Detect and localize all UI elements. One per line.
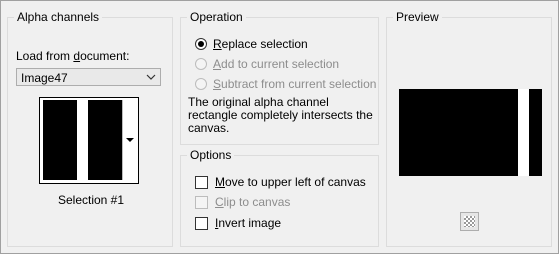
checkbox-box[interactable] bbox=[195, 195, 208, 209]
checkerboard-icon bbox=[464, 216, 475, 227]
preview-group: Preview bbox=[386, 10, 552, 247]
operation-group: Operation Replace selection Add to curre… bbox=[180, 10, 379, 145]
radio-indicator[interactable] bbox=[195, 78, 207, 90]
checkbox-box[interactable] bbox=[195, 216, 208, 230]
document-select-value: Image47 bbox=[21, 71, 68, 85]
options-title: Options bbox=[187, 148, 235, 162]
preview-background-button[interactable] bbox=[460, 212, 479, 231]
operation-title: Operation bbox=[187, 10, 246, 24]
radio-indicator[interactable] bbox=[195, 58, 207, 70]
thumbnail-image-part bbox=[88, 100, 122, 180]
load-from-document-label: Load from document: bbox=[16, 49, 130, 63]
invert-image-label: Invert image bbox=[215, 216, 282, 230]
chevron-down-icon bbox=[146, 74, 156, 80]
subtract-from-selection-radio[interactable]: Subtract from current selection bbox=[195, 76, 376, 92]
alpha-channels-title: Alpha channels bbox=[14, 10, 103, 24]
move-to-upper-left-label: Move to upper left of canvas bbox=[215, 175, 366, 189]
thumbnail-dropdown-button[interactable] bbox=[122, 100, 137, 180]
preview-title: Preview bbox=[393, 10, 442, 24]
subtract-from-selection-label: Subtract from current selection bbox=[213, 77, 377, 91]
selection-name-label: Selection #1 bbox=[57, 193, 125, 207]
add-to-selection-radio[interactable]: Add to current selection bbox=[195, 56, 339, 72]
preview-image bbox=[399, 89, 542, 176]
checkbox-box[interactable] bbox=[195, 175, 208, 189]
add-to-selection-label: Add to current selection bbox=[213, 57, 340, 71]
clip-to-canvas-label: Clip to canvas bbox=[215, 195, 291, 209]
move-to-upper-left-checkbox[interactable]: Move to upper left of canvas bbox=[195, 174, 366, 190]
options-group: Options Move to upper left of canvas Cli… bbox=[180, 148, 379, 247]
replace-selection-label: Replace selection bbox=[213, 37, 308, 51]
invert-image-checkbox[interactable]: Invert image bbox=[195, 215, 281, 231]
operation-description: The original alpha channel rectangle com… bbox=[188, 95, 373, 135]
selection-thumbnail-picker[interactable] bbox=[39, 97, 139, 184]
thumbnail-image-part bbox=[43, 100, 77, 180]
document-select[interactable]: Image47 bbox=[16, 68, 161, 86]
preview-image-stripe bbox=[518, 89, 529, 176]
dropdown-arrow-icon bbox=[126, 138, 134, 142]
radio-indicator[interactable] bbox=[195, 38, 207, 50]
replace-selection-radio[interactable]: Replace selection bbox=[195, 36, 308, 52]
alpha-channels-group: Alpha channels Load from document: Image… bbox=[7, 10, 173, 247]
clip-to-canvas-checkbox[interactable]: Clip to canvas bbox=[195, 194, 290, 210]
